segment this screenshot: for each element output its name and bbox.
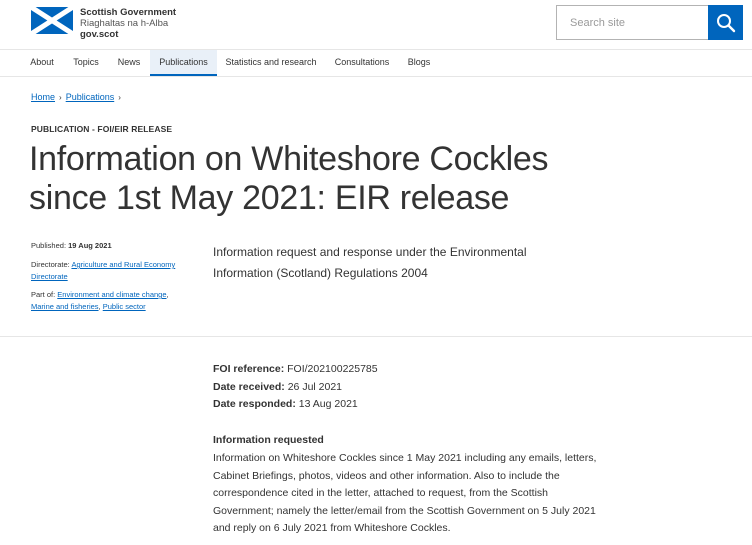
meta-part-of: Part of: Environment and climate change,… xyxy=(31,290,169,311)
meta-published: Published: 19 Aug 2021 xyxy=(31,240,201,252)
part-of-link-environment[interactable]: Environment and climate change xyxy=(57,290,166,299)
date-responded-row: Date responded: 13 Aug 2021 xyxy=(213,396,378,414)
saltire-flag-icon xyxy=(31,7,73,34)
nav-item-publications[interactable]: Publications xyxy=(150,50,217,76)
nav-item-statistics[interactable]: Statistics and research xyxy=(222,50,320,76)
search-button[interactable] xyxy=(708,5,743,40)
logo-text: Scottish Government Riaghaltas na h-Alba… xyxy=(80,7,176,40)
nav-item-news[interactable]: News xyxy=(112,50,146,76)
breadcrumb: Home › Publications › xyxy=(31,92,125,102)
search-icon xyxy=(716,13,735,32)
section-divider xyxy=(0,336,752,337)
date-responded-value: 13 Aug 2021 xyxy=(298,398,358,410)
information-requested-heading: Information requested xyxy=(213,434,324,446)
breadcrumb-home-link[interactable]: Home xyxy=(31,92,55,102)
logo-line-gaelic: Riaghaltas na h-Alba xyxy=(80,18,169,29)
foi-reference-value: FOI/202100225785 xyxy=(287,363,378,375)
nav-item-topics[interactable]: Topics xyxy=(66,50,106,76)
main-nav: About Topics News Publications Statistic… xyxy=(0,50,752,77)
date-received-row: Date received: 26 Jul 2021 xyxy=(213,379,378,397)
breadcrumb-separator: › xyxy=(59,93,62,102)
part-of-link-public-sector[interactable]: Public sector xyxy=(103,302,146,311)
part-of-link-marine[interactable]: Marine and fisheries xyxy=(31,302,99,311)
foi-reference-row: FOI reference: FOI/202100225785 xyxy=(213,361,378,379)
search-input[interactable] xyxy=(556,5,709,40)
site-logo[interactable]: Scottish Government Riaghaltas na h-Alba… xyxy=(31,7,176,40)
nav-item-blogs[interactable]: Blogs xyxy=(402,50,436,76)
site-header: Scottish Government Riaghaltas na h-Alba… xyxy=(0,0,752,50)
breadcrumb-separator: › xyxy=(118,93,121,102)
published-date: 19 Aug 2021 xyxy=(68,241,112,250)
date-responded-label: Date responded: xyxy=(213,398,296,410)
directorate-label: Directorate: xyxy=(31,260,70,269)
publication-type-label: PUBLICATION - FOI/EIR RELEASE xyxy=(31,124,173,134)
logo-line-english: Scottish Government xyxy=(80,7,177,18)
part-of-label: Part of: xyxy=(31,290,56,299)
foi-reference-label: FOI reference: xyxy=(213,363,285,375)
date-received-label: Date received: xyxy=(213,380,285,393)
nav-item-consultations[interactable]: Consultations xyxy=(329,50,395,76)
logo-line-domain: gov.scot xyxy=(80,29,119,40)
search-form xyxy=(556,5,743,40)
information-requested-body: Information on Whiteshore Cockles since … xyxy=(213,452,597,534)
breadcrumb-publications-link[interactable]: Publications xyxy=(66,92,115,102)
nav-item-about[interactable]: About xyxy=(24,50,60,76)
meta-directorate: Directorate: Agriculture and Rural Econo… xyxy=(31,259,191,283)
page-summary: Information request and response under t… xyxy=(213,245,527,280)
date-received-value: 26 Jul 2021 xyxy=(287,380,343,393)
published-label: Published: xyxy=(31,241,67,250)
page-title: Information on Whiteshore Cockles since … xyxy=(29,140,549,217)
foi-facts: FOI reference: FOI/202100225785 Date rec… xyxy=(213,361,378,414)
